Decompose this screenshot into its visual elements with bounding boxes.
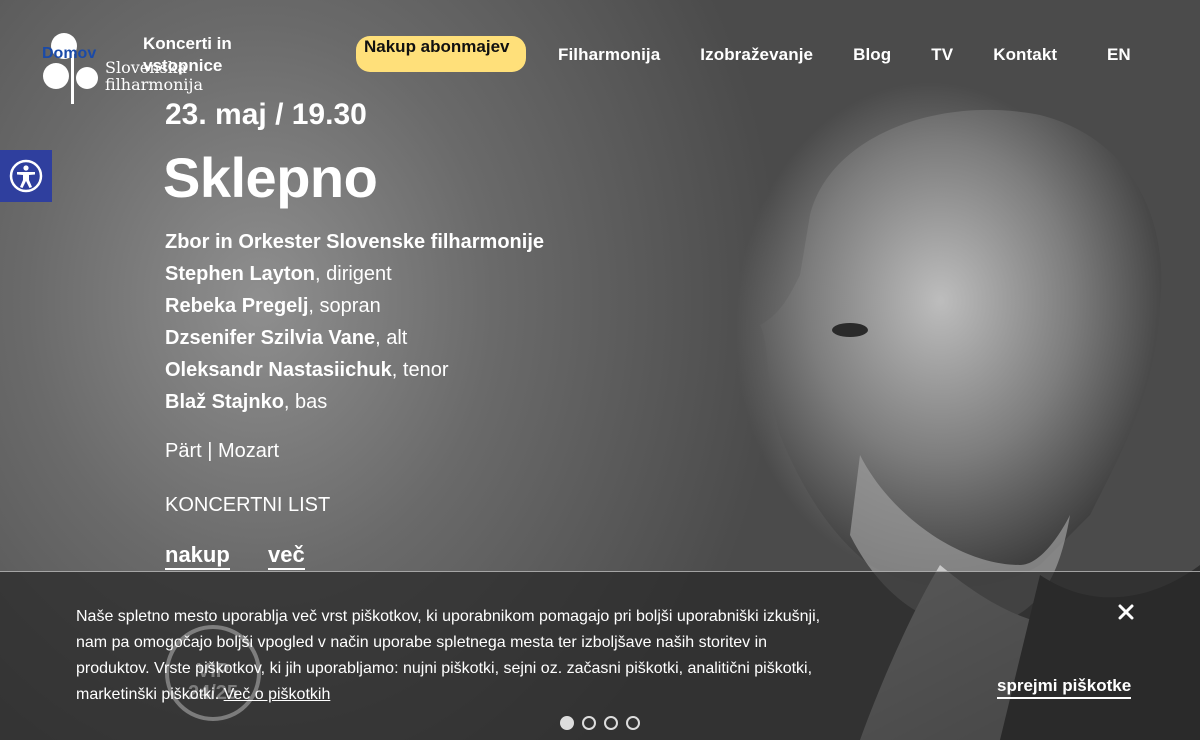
filharmonija-logo-icon [43, 33, 98, 104]
nav-item-izobrazevanje[interactable]: Izobraževanje [700, 45, 813, 64]
cookie-notice-text: Naše spletno mesto uporablja več vrst pi… [76, 604, 836, 708]
nav-concerts-tickets[interactable]: Koncerti in vstopnice [143, 33, 253, 77]
carousel-dot-2[interactable] [582, 716, 596, 730]
performer-role: , sopran [308, 295, 381, 317]
performer-item: Rebeka Pregelj, sopran [165, 290, 544, 322]
nav-item-blog[interactable]: Blog [853, 45, 891, 64]
carousel-dot-3[interactable] [604, 716, 618, 730]
performer-name: Stephen Layton [165, 263, 316, 285]
nav-item-tv[interactable]: TV [931, 45, 953, 64]
cookie-close-button[interactable] [1112, 598, 1140, 626]
buy-tickets-link[interactable]: nakup [165, 542, 230, 570]
concert-title: Sklepno [163, 146, 378, 209]
performer-role: , alt [375, 327, 408, 349]
accessibility-icon [9, 159, 43, 193]
concert-date: 23. maj / 19.30 [165, 98, 367, 131]
cookie-more-link[interactable]: Več o piškotkih [224, 686, 331, 703]
carousel-dot-4[interactable] [626, 716, 640, 730]
performer-name: Oleksandr Nastasiichuk [165, 359, 392, 381]
performer-item: Zbor in Orkester Slovenske filharmonije [165, 226, 544, 258]
performers-list: Zbor in Orkester Slovenske filharmonije … [165, 226, 544, 418]
performer-name: Zbor in Orkester Slovenske filharmonije [165, 231, 545, 253]
performer-name: Dzsenifer Szilvia Vane [165, 327, 376, 349]
main-navigation: Filharmonija Izobraževanje Blog TV Konta… [558, 45, 1057, 65]
performer-name: Rebeka Pregelj [165, 295, 309, 317]
performer-item: Stephen Layton, dirigent [165, 258, 544, 290]
concert-program-link[interactable]: KONCERTNI LIST [165, 494, 330, 517]
performer-role: , tenor [391, 359, 449, 381]
carousel-dot-1[interactable] [560, 716, 574, 730]
performer-item: Blaž Stajnko, bas [165, 386, 544, 418]
performer-role: , dirigent [315, 263, 392, 285]
nav-item-kontakt[interactable]: Kontakt [993, 45, 1057, 64]
cookie-notice-body: Naše spletno mesto uporablja več vrst pi… [76, 608, 821, 703]
performer-item: Dzsenifer Szilvia Vane, alt [165, 322, 544, 354]
performer-item: Oleksandr Nastasiichuk, tenor [165, 354, 544, 386]
composers: Pärt | Mozart [165, 440, 280, 462]
skip-to-home-link[interactable]: Domov [42, 45, 96, 63]
performer-role: , bas [283, 391, 328, 413]
more-info-link[interactable]: več [268, 542, 305, 570]
nav-buy-subscriptions-button[interactable]: Nakup abonmajev [356, 36, 526, 72]
performer-name: Blaž Stajnko [165, 391, 284, 413]
nav-item-filharmonija[interactable]: Filharmonija [558, 45, 660, 64]
close-icon [1118, 604, 1134, 620]
language-switch-en[interactable]: EN [1107, 45, 1131, 65]
accept-cookies-button[interactable]: sprejmi piškotke [997, 675, 1132, 699]
carousel-dots [560, 716, 640, 730]
accessibility-toolbar-button[interactable] [0, 150, 52, 202]
